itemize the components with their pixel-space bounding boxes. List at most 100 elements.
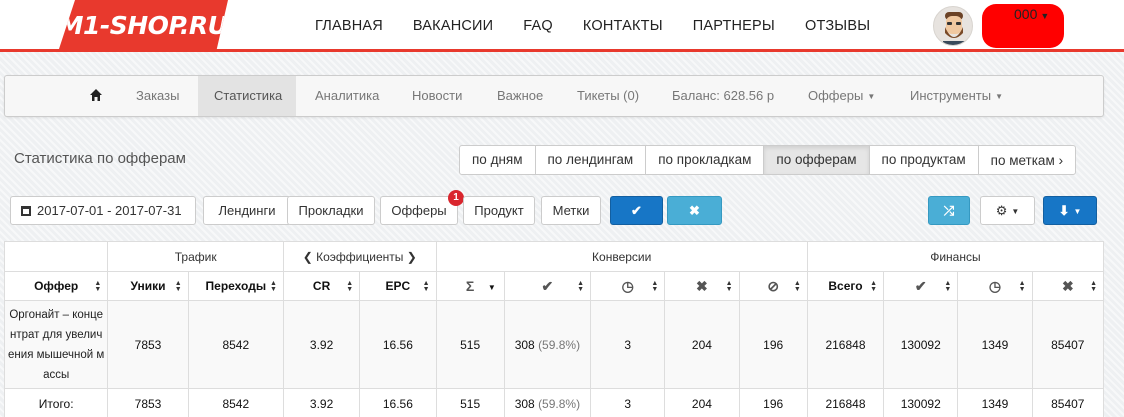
total-conv-rejected: 204 xyxy=(664,388,740,417)
sort-icon: ▲ ▼ xyxy=(1090,280,1097,293)
col-fin-approved[interactable]: ✔ ▲ ▼ xyxy=(883,271,959,301)
calendar-icon xyxy=(21,206,31,216)
cell-conv-trash: 196 xyxy=(738,300,808,389)
ban-icon: ⊘ xyxy=(767,277,780,294)
sort-icon: ▲ ▼ xyxy=(422,280,430,293)
tab-by-offers[interactable]: по офферам xyxy=(763,145,870,175)
page-title: Статистика по офферам xyxy=(14,150,186,167)
total-approved-percent: (59.8%) xyxy=(538,396,581,411)
shuffle-button[interactable]: ⤮ xyxy=(928,196,970,225)
offers-filter-button[interactable]: Офферы 1 xyxy=(380,190,464,225)
cross-icon: ✖ xyxy=(696,277,708,294)
nav-partners[interactable]: ПАРТНЕРЫ xyxy=(693,18,775,34)
tab-by-prelandings[interactable]: по прокладкам xyxy=(645,145,765,175)
home-icon[interactable] xyxy=(89,88,103,102)
menu-statistics[interactable]: Статистика xyxy=(198,76,296,116)
total-cr: 3.92 xyxy=(282,388,361,417)
top-nav: ГЛАВНАЯ ВАКАНСИИ FAQ КОНТАКТЫ ПАРТНЕРЫ О… xyxy=(300,0,885,52)
menu-tools[interactable]: Инструменты ▼ xyxy=(894,76,1019,116)
col-cr[interactable]: CR ▲ ▼ xyxy=(282,271,361,301)
col-conv-total[interactable]: Σ ▼ xyxy=(435,271,505,301)
col-conv-rejected[interactable]: ✖ ▲ ▼ xyxy=(664,271,740,301)
menu-balance[interactable]: Баланс: 628.56 р xyxy=(656,76,790,116)
caret-down-icon: ▼ xyxy=(487,283,496,292)
total-fin-approved: 130092 xyxy=(883,388,959,417)
nav-reviews[interactable]: ОТЗЫВЫ xyxy=(805,18,870,34)
reset-button[interactable]: ✖ xyxy=(667,196,722,225)
col-conv-pending[interactable]: ◷ ▲ ▼ xyxy=(590,271,666,301)
cell-offer: Оргонайт – концентрат для увеличения мыш… xyxy=(3,300,109,389)
total-approved-count: 308 xyxy=(514,396,535,411)
total-epc: 16.56 xyxy=(359,388,437,417)
sort-icon: ▲ ▼ xyxy=(793,280,801,293)
user-menu[interactable]: 000 ▼ xyxy=(1014,6,1049,22)
col-fin-total[interactable]: Всего ▲ ▼ xyxy=(806,271,885,301)
nav-vacancies[interactable]: ВАКАНСИИ xyxy=(413,18,493,34)
nav-contacts[interactable]: КОНТАКТЫ xyxy=(583,18,663,34)
tab-by-tags[interactable]: по меткам › xyxy=(977,145,1077,175)
nav-faq[interactable]: FAQ xyxy=(523,18,553,34)
col-offer-label: Оффер xyxy=(34,279,79,293)
menu-news[interactable]: Новости xyxy=(396,76,478,116)
total-conv-trash: 196 xyxy=(738,388,808,417)
total-clicks: 8542 xyxy=(187,388,284,417)
sigma-icon: Σ xyxy=(465,278,475,294)
shuffle-icon: ⤮ xyxy=(943,203,955,218)
col-clicks[interactable]: Переходы ▲ ▼ xyxy=(187,271,284,301)
check-icon: ✔ xyxy=(541,277,554,294)
clock-icon: ◷ xyxy=(988,277,1002,294)
chevron-right-icon[interactable]: ❯ xyxy=(407,250,417,264)
sort-icon: ▲ ▼ xyxy=(270,280,277,293)
sort-icon: ▲ ▼ xyxy=(725,280,733,293)
export-dropdown[interactable]: ⬇ ▼ xyxy=(1043,196,1097,225)
nav-home[interactable]: ГЛАВНАЯ xyxy=(315,18,383,34)
prelandings-button[interactable]: Прокладки xyxy=(287,196,375,225)
top-header: M1-SHOP.RU ГЛАВНАЯ ВАКАНСИИ FAQ КОНТАКТЫ… xyxy=(0,0,1124,52)
approved-count: 308 xyxy=(514,337,535,352)
total-fin-pending: 1349 xyxy=(957,388,1033,417)
col-cr-label: CR xyxy=(312,279,331,293)
chevron-left-icon[interactable]: ❮ xyxy=(303,250,313,264)
user-avatar[interactable] xyxy=(933,6,973,46)
group-coefficients[interactable]: ❮ Коэффициенты ❯ xyxy=(282,241,437,272)
site-logo[interactable]: M1-SHOP.RU xyxy=(58,0,228,52)
menu-tickets[interactable]: Тикеты (0) xyxy=(561,76,655,116)
account-menu: Заказы Статистика Аналитика Новости Важн… xyxy=(4,75,1104,117)
menu-analytics[interactable]: Аналитика xyxy=(299,76,395,116)
col-fin-total-label: Всего xyxy=(828,279,863,293)
tab-by-landings[interactable]: по лендингам xyxy=(534,145,647,175)
col-epc-label: EPC xyxy=(385,279,411,293)
col-fin-pending[interactable]: ◷ ▲ ▼ xyxy=(957,271,1033,301)
totals-row: Итого: 7853 8542 3.92 16.56 515 308 (59.… xyxy=(3,388,1105,417)
offers-filter-label: Офферы xyxy=(391,203,447,218)
landings-button[interactable]: Лендинги xyxy=(203,196,291,225)
cell-cr: 3.92 xyxy=(282,300,361,389)
menu-offers-label: Офферы xyxy=(808,88,864,103)
stats-tabs: по дням по лендингам по прокладкам по оф… xyxy=(459,145,1077,175)
cell-uniques: 7853 xyxy=(107,300,189,389)
settings-dropdown[interactable]: ⚙ ▼ xyxy=(980,196,1035,225)
menu-offers[interactable]: Офферы ▼ xyxy=(792,76,891,116)
col-conv-approved[interactable]: ✔ ▲ ▼ xyxy=(503,271,592,301)
date-range-picker[interactable]: 2017-07-01 - 2017-07-31 xyxy=(10,196,196,225)
menu-important[interactable]: Важное xyxy=(481,76,559,116)
tags-button[interactable]: Метки xyxy=(541,196,601,225)
col-uniques[interactable]: Уники ▲ ▼ xyxy=(107,271,189,301)
total-conv-pending: 3 xyxy=(590,388,666,417)
col-offer[interactable]: Оффер ▲ ▼ xyxy=(3,271,109,301)
col-uniques-label: Уники xyxy=(130,279,166,293)
col-conv-trash[interactable]: ⊘ ▲ ▼ xyxy=(738,271,808,301)
tab-by-days[interactable]: по дням xyxy=(459,145,536,175)
filter-toolbar: 2017-07-01 - 2017-07-31 Лендинги Проклад… xyxy=(10,190,1104,228)
product-button[interactable]: Продукт xyxy=(463,196,535,225)
total-conv-total: 515 xyxy=(435,388,505,417)
menu-orders[interactable]: Заказы xyxy=(120,76,195,116)
tab-by-products[interactable]: по продуктам xyxy=(868,145,979,175)
cell-conv-rejected: 204 xyxy=(664,300,740,389)
apply-button[interactable]: ✔ xyxy=(610,196,663,225)
caret-down-icon: ▼ xyxy=(1011,207,1020,216)
col-fin-rejected[interactable]: ✖ ▲ ▼ xyxy=(1031,271,1105,301)
group-finances: Финансы xyxy=(806,241,1105,272)
cell-fin-total: 216848 xyxy=(806,300,885,389)
col-epc[interactable]: EPC ▲ ▼ xyxy=(359,271,437,301)
